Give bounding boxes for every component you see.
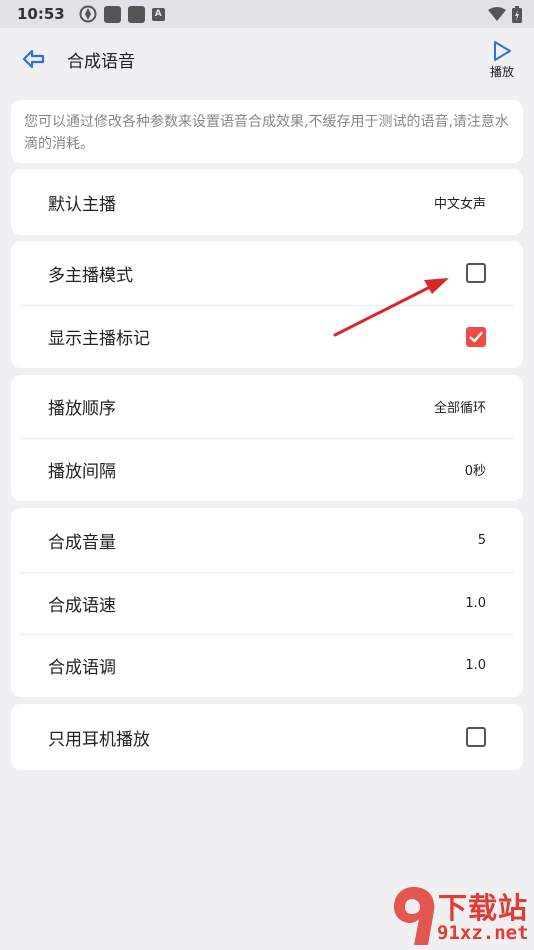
- play-label: 播放: [489, 65, 514, 79]
- speed-label: 合成语速: [48, 595, 116, 616]
- speed-row[interactable]: 合成语速 1.0: [11, 572, 523, 634]
- headphone-only-row[interactable]: 只用耳机播放: [11, 704, 523, 770]
- default-anchor-value: 中文女声: [433, 196, 486, 212]
- status-bar: 10:53 A: [0, 0, 534, 28]
- settings-group-synthesis: 合成音量 5 合成语速 1.0 合成语调 1.0: [11, 508, 523, 697]
- show-anchor-tag-row[interactable]: 显示主播标记: [11, 305, 523, 368]
- play-order-value: 全部循环: [433, 401, 486, 416]
- multi-anchor-checkbox[interactable]: [466, 263, 486, 283]
- pitch-label: 合成语调: [48, 658, 116, 678]
- app-header: 合成语音 播放: [0, 28, 534, 90]
- play-interval-value: 0秒: [464, 464, 486, 479]
- status-notification-icons: A: [79, 5, 165, 23]
- settings-group-output: 只用耳机播放: [11, 704, 523, 770]
- multi-anchor-label: 多主播模式: [48, 265, 133, 286]
- a-notification-icon: A: [151, 7, 165, 21]
- notice-card: 您可以通过修改各种参数来设置语音合成效果,不缓存用于测试的语音,请注意水滴的消耗…: [11, 100, 523, 163]
- page-title: 合成语音: [67, 52, 135, 72]
- volume-value: 5: [477, 532, 486, 548]
- volume-label: 合成音量: [48, 532, 116, 553]
- sync-icon: [79, 5, 97, 23]
- wifi-icon: [488, 7, 506, 21]
- show-anchor-tag-label: 显示主播标记: [48, 329, 150, 349]
- play-order-label: 播放顺序: [48, 399, 116, 419]
- notice-text: 您可以通过修改各种参数来设置语音合成效果,不缓存用于测试的语音,请注意水滴的消耗…: [24, 114, 509, 152]
- app-notification-icon: [103, 5, 121, 23]
- watermark-url: 91xz.net: [437, 922, 529, 944]
- multi-anchor-row[interactable]: 多主播模式: [11, 241, 523, 305]
- headphone-only-label: 只用耳机播放: [48, 729, 150, 750]
- play-order-row[interactable]: 播放顺序 全部循环: [11, 375, 523, 438]
- default-anchor-row[interactable]: 默认主播 中文女声: [11, 169, 523, 235]
- play-interval-label: 播放间隔: [48, 462, 116, 482]
- play-interval-row[interactable]: 播放间隔 0秒: [11, 438, 523, 501]
- settings-group-anchor: 默认主播 中文女声: [11, 169, 523, 235]
- status-time: 10:53: [17, 5, 65, 23]
- settings-group-playback: 播放顺序 全部循环 播放间隔 0秒: [11, 375, 523, 501]
- play-button[interactable]: 播放: [486, 40, 518, 80]
- battery-icon: [512, 5, 522, 23]
- speed-value: 1.0: [465, 595, 486, 611]
- app-notification-icon-2: [127, 5, 145, 23]
- watermark-logo: 下载站 91xz.net: [392, 883, 534, 950]
- show-anchor-tag-checkbox[interactable]: [466, 326, 486, 347]
- default-anchor-label: 默认主播: [48, 194, 116, 215]
- play-icon: [494, 41, 511, 61]
- settings-group-anchor-mode: 多主播模式 显示主播标记: [11, 241, 523, 368]
- pitch-value: 1.0: [465, 658, 486, 673]
- back-arrow-icon: [22, 49, 45, 69]
- back-button[interactable]: [22, 48, 46, 70]
- volume-row[interactable]: 合成音量 5: [11, 508, 523, 572]
- checkmark-icon: [469, 331, 483, 342]
- watermark-text: 下载站: [438, 891, 529, 925]
- headphone-only-checkbox[interactable]: [466, 727, 486, 747]
- watermark-emblem-icon: [394, 887, 435, 945]
- pitch-row[interactable]: 合成语调 1.0: [11, 634, 523, 697]
